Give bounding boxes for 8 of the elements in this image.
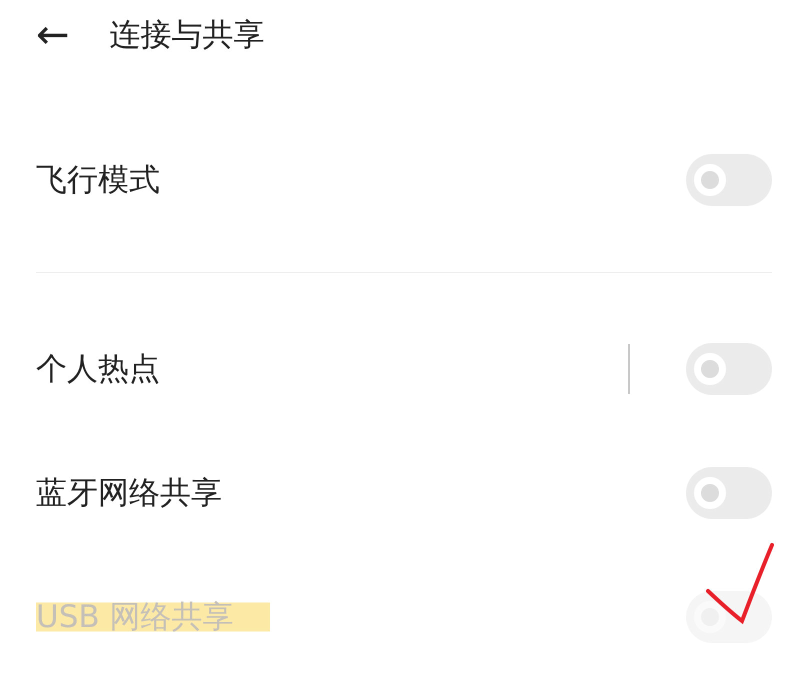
- setting-label: 个人热点: [36, 350, 160, 389]
- toggle-switch[interactable]: [686, 343, 772, 395]
- setting-label: 蓝牙网络共享: [36, 474, 222, 513]
- toggle-switch[interactable]: [686, 154, 772, 206]
- toggle-switch[interactable]: [686, 467, 772, 519]
- page-title: 连接与共享: [110, 16, 265, 55]
- back-button[interactable]: ←: [36, 15, 70, 55]
- setting-label: 飞行模式: [36, 161, 160, 200]
